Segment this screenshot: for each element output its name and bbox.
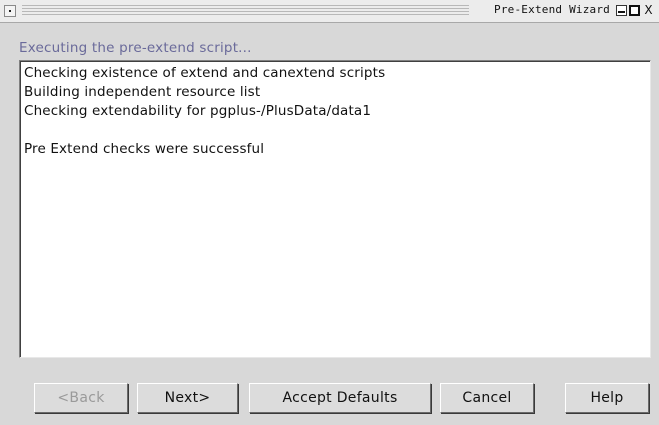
maximize-icon[interactable] — [629, 5, 640, 16]
log-line: Checking existence of extend and canexte… — [24, 65, 386, 81]
window-menu-icon[interactable] — [4, 5, 16, 17]
title-bar-stripes — [22, 5, 469, 17]
log-line: Building independent resource list — [24, 84, 261, 100]
help-button[interactable]: Help — [565, 383, 649, 413]
log-line: Checking extendability for pgplus-/PlusD… — [24, 103, 372, 119]
next-button[interactable]: Next> — [137, 383, 238, 413]
window-title: Pre-Extend Wizard — [490, 3, 614, 16]
back-button[interactable]: <Back — [34, 383, 128, 413]
accept-defaults-button[interactable]: Accept Defaults — [249, 383, 431, 413]
log-line: Pre Extend checks were successful — [24, 141, 265, 157]
pre-extend-wizard-window: Pre-Extend Wizard X Executing the pre-ex… — [0, 0, 659, 425]
status-heading: Executing the pre-extend script... — [19, 40, 252, 56]
close-icon[interactable]: X — [643, 4, 654, 16]
title-bar[interactable]: Pre-Extend Wizard X — [0, 0, 659, 23]
log-output-area[interactable]: Checking existence of extend and canexte… — [19, 60, 651, 358]
minimize-icon[interactable] — [616, 5, 627, 16]
cancel-button[interactable]: Cancel — [440, 383, 534, 413]
